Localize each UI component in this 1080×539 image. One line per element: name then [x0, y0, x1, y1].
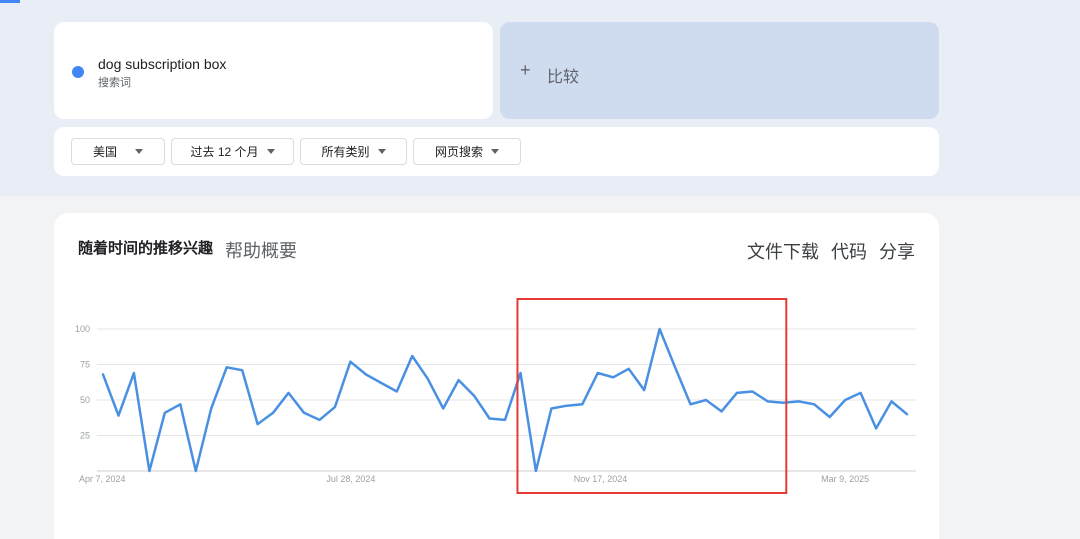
search-type-filter-label: 网页搜索: [434, 145, 483, 159]
series-color-dot: [72, 66, 84, 78]
chevron-down-icon: [377, 149, 386, 154]
chevron-down-icon: [266, 149, 275, 154]
compare-button[interactable]: + 比较: [500, 22, 939, 119]
highlight-annotation-box: [516, 298, 788, 494]
x-tick-label: Jul 28, 2024: [326, 474, 375, 484]
plus-icon: +: [520, 60, 531, 80]
time-range-filter-label: 过去 12 个月: [190, 145, 259, 159]
y-tick-label: 50: [80, 395, 90, 405]
search-term-card[interactable]: dog subscription box 搜索词: [54, 22, 493, 119]
y-tick-label: 25: [80, 431, 90, 441]
x-tick-label: Mar 9, 2025: [821, 474, 869, 484]
active-tab-indicator: [0, 0, 20, 3]
filter-bar: 美国 过去 12 个月 所有类别 网页搜索: [54, 127, 939, 176]
region-filter-dropdown[interactable]: 美国: [71, 138, 165, 165]
compare-label: 比较: [547, 69, 580, 86]
search-term-type: 搜索词: [98, 77, 131, 89]
y-tick-label: 75: [80, 360, 90, 370]
chevron-down-icon: [135, 149, 143, 154]
x-tick-label: Nov 17, 2024: [574, 474, 628, 484]
search-term-label: dog subscription box: [98, 56, 227, 72]
region-filter-label: 美国: [92, 145, 117, 159]
chevron-down-icon: [491, 149, 499, 154]
interest-over-time-panel: 随着时间的推移兴趣 帮助概要 文件下载 代码 分享 25 50 75 100 Apr 7…: [54, 213, 939, 539]
x-tick-label: Apr 7, 2024: [79, 474, 126, 484]
time-range-filter-dropdown[interactable]: 过去 12 个月: [171, 138, 294, 165]
category-filter-dropdown[interactable]: 所有类别: [300, 138, 407, 165]
y-tick-label: 100: [75, 324, 90, 334]
search-type-filter-dropdown[interactable]: 网页搜索: [413, 138, 521, 165]
trend-line-chart: 25 50 75 100 Apr 7, 2024 Jul 28, 2024 Nov 17, …: [75, 298, 916, 494]
category-filter-label: 所有类别: [321, 145, 370, 159]
